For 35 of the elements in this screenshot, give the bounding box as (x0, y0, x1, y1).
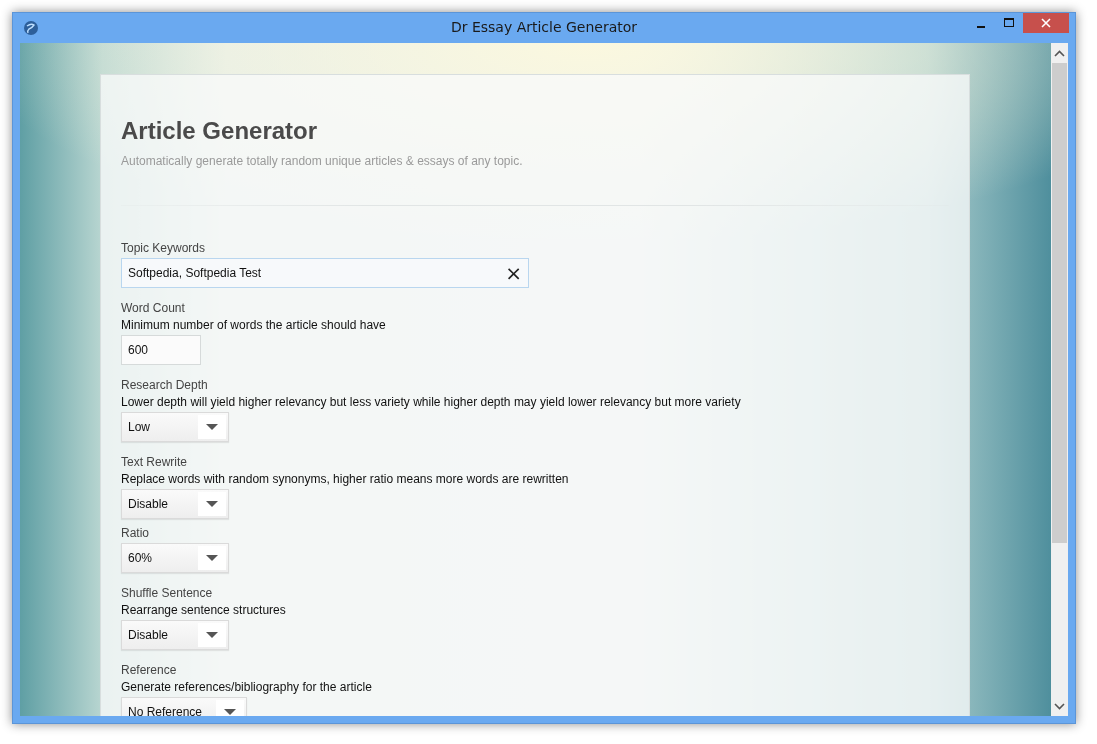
field-description: Replace words with random synonyms, higher ratio means more words are rewritten (121, 471, 569, 487)
field-description: Minimum number of words the article should have (121, 317, 386, 333)
keywords-field[interactable]: Softpedia, Softpedia Test × (121, 258, 529, 288)
caret-icon (206, 632, 218, 638)
window-title: Dr Essay Article Generator (450, 19, 638, 35)
scroll-down-icon[interactable] (1054, 702, 1065, 710)
caret-icon (206, 501, 218, 507)
dropdown[interactable]: No Reference (121, 697, 248, 716)
number-field[interactable]: 600 (121, 335, 201, 365)
clear-button[interactable]: × (505, 263, 522, 283)
page-subtitle: Automatically generate totally random unique articles & essays of any topic. (121, 153, 524, 169)
dropdown[interactable]: Disable (121, 489, 229, 519)
page-heading: Article Generator (121, 116, 319, 146)
field-description: Lower depth will yield higher relevancy but less variety while higher depth may yield lower relevancy but more variety (121, 394, 741, 410)
field-label: Research Depth (121, 377, 208, 393)
dropdown[interactable]: 60% (121, 543, 229, 573)
field-label: Ratio (121, 525, 149, 541)
caret-icon (224, 709, 237, 715)
close-icon (1041, 18, 1051, 28)
scroll-up-icon[interactable] (1054, 49, 1065, 57)
field-label: Text Rewrite (121, 454, 188, 470)
field-label: Shuffle Sentence (121, 585, 213, 601)
field-label: Word Count (121, 300, 185, 316)
globe-icon (23, 20, 39, 36)
field-label: Topic Keywords (121, 240, 206, 256)
maximize-icon (1004, 18, 1014, 28)
dropdown[interactable]: Low (121, 412, 229, 442)
scrollbar[interactable] (1051, 43, 1068, 716)
caret-icon (206, 555, 218, 561)
caret-icon (206, 424, 218, 430)
field-description: Generate references/bibliography for the article (121, 679, 372, 695)
field-label: Reference (121, 662, 177, 678)
dropdown[interactable]: Disable (121, 620, 229, 650)
minimize-icon (977, 25, 985, 28)
field-description: Rearrange sentence structures (121, 602, 286, 618)
